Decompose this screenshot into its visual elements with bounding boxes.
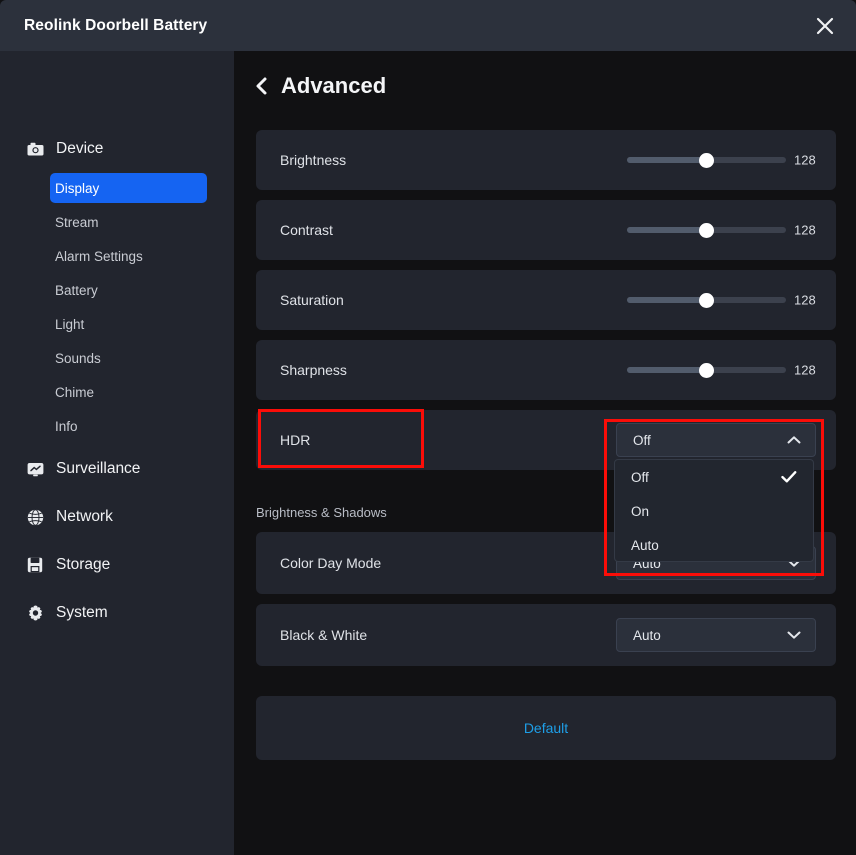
hdr-select[interactable]: Off bbox=[616, 423, 816, 457]
row-sharpness: Sharpness 128 bbox=[256, 340, 836, 400]
sidebar-label-info: Info bbox=[55, 418, 78, 434]
hdr-dropdown-panel[interactable]: Off On Auto bbox=[614, 459, 814, 562]
globe-icon bbox=[25, 507, 45, 527]
sidebar-item-info[interactable]: Info bbox=[50, 411, 207, 441]
app-window: Reolink Doorbell Battery Device Display … bbox=[0, 0, 856, 855]
label-color-day-mode: Color Day Mode bbox=[280, 555, 382, 571]
gear-icon bbox=[25, 603, 45, 623]
hdr-option-off-label: Off bbox=[631, 469, 649, 485]
sidebar-item-system[interactable]: System bbox=[0, 599, 234, 627]
sidebar-item-light[interactable]: Light bbox=[50, 309, 207, 339]
window-title: Reolink Doorbell Battery bbox=[24, 16, 208, 34]
sidebar-group-storage[interactable]: Storage bbox=[0, 551, 234, 579]
sidebar-item-surveillance[interactable]: Surveillance bbox=[0, 455, 234, 483]
slider-thumb[interactable] bbox=[699, 292, 714, 308]
check-icon bbox=[781, 471, 797, 484]
sidebar-item-storage[interactable]: Storage bbox=[0, 551, 234, 579]
sidebar-label-chime: Chime bbox=[55, 384, 95, 400]
chevron-left-icon[interactable] bbox=[254, 76, 269, 96]
save-icon bbox=[25, 555, 45, 575]
slider-fill bbox=[627, 227, 707, 233]
sidebar-item-alarm-settings[interactable]: Alarm Settings bbox=[50, 241, 207, 271]
sidebar-group-device[interactable]: Device bbox=[0, 135, 234, 163]
sidebar-item-sounds[interactable]: Sounds bbox=[50, 343, 207, 373]
sidebar-label-device: Device bbox=[56, 140, 104, 157]
row-black-white: Black & White Auto bbox=[256, 604, 836, 666]
row-saturation: Saturation 128 bbox=[256, 270, 836, 330]
sidebar-label-storage: Storage bbox=[56, 556, 111, 573]
sidebar-group-surveillance[interactable]: Surveillance bbox=[0, 455, 234, 483]
value-brightness: 128 bbox=[794, 152, 816, 168]
slider-contrast[interactable] bbox=[627, 221, 786, 239]
hdr-option-on[interactable]: On bbox=[615, 494, 813, 528]
slider-fill bbox=[627, 157, 707, 163]
default-card: Default bbox=[256, 696, 836, 760]
page-header[interactable]: Advanced bbox=[254, 73, 386, 99]
camera-icon bbox=[25, 139, 45, 159]
monitor-icon bbox=[25, 459, 45, 479]
hdr-option-auto-label: Auto bbox=[631, 537, 659, 553]
sidebar-item-display[interactable]: Display bbox=[50, 173, 207, 203]
slider-thumb[interactable] bbox=[699, 222, 714, 238]
close-button[interactable] bbox=[794, 0, 856, 51]
sidebar-group-system[interactable]: System bbox=[0, 599, 234, 627]
value-saturation: 128 bbox=[794, 292, 816, 308]
value-sharpness: 128 bbox=[794, 362, 816, 378]
label-contrast: Contrast bbox=[280, 222, 333, 238]
sidebar-label-sounds: Sounds bbox=[55, 350, 101, 366]
title-bar: Reolink Doorbell Battery bbox=[0, 0, 856, 51]
slider-saturation[interactable] bbox=[627, 291, 786, 309]
sidebar-label-surveillance: Surveillance bbox=[56, 460, 141, 477]
content-panel: Advanced Brightness 128 Contrast 128 Sat… bbox=[234, 51, 856, 855]
sidebar-group-network[interactable]: Network bbox=[0, 503, 234, 531]
value-contrast: 128 bbox=[794, 222, 816, 238]
hdr-option-auto[interactable]: Auto bbox=[615, 528, 813, 562]
slider-fill bbox=[627, 297, 707, 303]
black-white-select[interactable]: Auto bbox=[616, 618, 816, 652]
label-brightness: Brightness bbox=[280, 152, 347, 168]
label-sharpness: Sharpness bbox=[280, 362, 347, 378]
sidebar: Device Display Stream Alarm Settings Bat… bbox=[0, 51, 234, 855]
slider-fill bbox=[627, 367, 707, 373]
sidebar-label-system: System bbox=[56, 604, 108, 621]
sidebar-label-stream: Stream bbox=[55, 214, 99, 230]
section-header-brightness-shadows: Brightness & Shadows bbox=[256, 505, 387, 520]
row-brightness: Brightness 128 bbox=[256, 130, 836, 190]
label-black-white: Black & White bbox=[280, 627, 368, 643]
hdr-option-off[interactable]: Off bbox=[615, 460, 813, 494]
slider-sharpness[interactable] bbox=[627, 361, 786, 379]
default-button[interactable]: Default bbox=[256, 696, 836, 760]
slider-thumb[interactable] bbox=[699, 152, 714, 168]
sidebar-label-light: Light bbox=[55, 316, 85, 332]
black-white-value: Auto bbox=[633, 627, 661, 643]
sidebar-label-network: Network bbox=[56, 508, 113, 525]
sidebar-label-display: Display bbox=[55, 180, 100, 196]
sidebar-item-network[interactable]: Network bbox=[0, 503, 234, 531]
sidebar-item-stream[interactable]: Stream bbox=[50, 207, 207, 237]
sidebar-label-battery: Battery bbox=[55, 282, 98, 298]
sidebar-item-battery[interactable]: Battery bbox=[50, 275, 207, 305]
sidebar-item-device[interactable]: Device bbox=[0, 135, 234, 163]
page-title: Advanced bbox=[281, 73, 387, 98]
chevron-down-icon[interactable] bbox=[787, 631, 801, 640]
slider-brightness[interactable] bbox=[627, 151, 786, 169]
hdr-option-on-label: On bbox=[631, 503, 650, 519]
sidebar-label-alarm-settings: Alarm Settings bbox=[55, 248, 143, 264]
sidebar-item-chime[interactable]: Chime bbox=[50, 377, 207, 407]
close-icon bbox=[816, 17, 834, 34]
label-saturation: Saturation bbox=[280, 292, 344, 308]
label-hdr: HDR bbox=[280, 432, 311, 448]
slider-thumb[interactable] bbox=[699, 362, 714, 378]
chevron-up-icon[interactable] bbox=[787, 436, 801, 445]
row-contrast: Contrast 128 bbox=[256, 200, 836, 260]
hdr-select-value: Off bbox=[633, 432, 651, 448]
